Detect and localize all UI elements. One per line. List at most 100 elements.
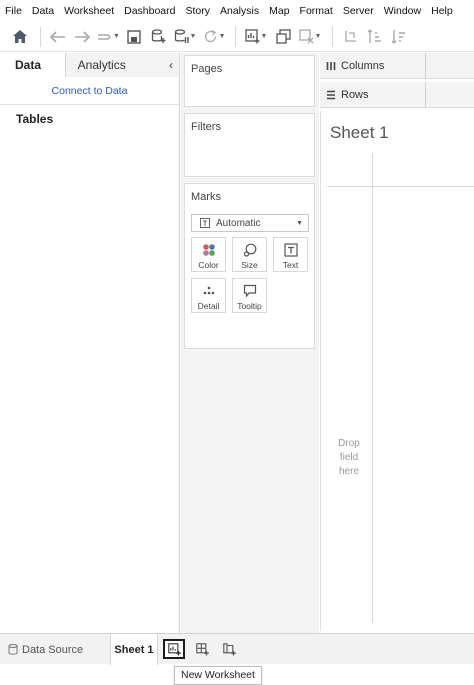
rows-shelf[interactable]: Rows bbox=[320, 81, 474, 108]
new-data-source-icon bbox=[151, 29, 165, 43]
database-icon bbox=[8, 644, 18, 655]
data-source-tab[interactable]: Data Source bbox=[0, 634, 108, 665]
worksheet-view: Columns Rows Sheet 1 Drop field here bbox=[320, 52, 474, 633]
tab-data[interactable]: Data bbox=[0, 53, 66, 77]
chevron-down-icon: ▼ bbox=[113, 33, 120, 40]
clear-sheet-button[interactable]: ▼ bbox=[296, 26, 324, 48]
new-story-icon bbox=[222, 642, 236, 655]
new-worksheet-tooltip: New Worksheet bbox=[174, 666, 262, 685]
arrow-right-icon bbox=[75, 30, 90, 43]
duplicate-icon bbox=[275, 29, 291, 44]
menu-server[interactable]: Server bbox=[338, 0, 379, 22]
arrow-left-icon bbox=[50, 30, 65, 43]
chevron-down-icon: ▼ bbox=[296, 220, 303, 227]
columns-label: Columns bbox=[341, 59, 385, 72]
mark-type-value: Automatic bbox=[216, 217, 261, 229]
column-header-divider bbox=[327, 186, 474, 187]
rows-label: Rows bbox=[341, 88, 369, 101]
drop-hint-line: Drop bbox=[338, 438, 360, 449]
home-button[interactable] bbox=[8, 26, 32, 48]
menu-worksheet[interactable]: Worksheet bbox=[59, 0, 119, 22]
menu-help[interactable]: Help bbox=[426, 0, 458, 22]
size-mark-button[interactable]: Size bbox=[232, 237, 267, 272]
replay-icon bbox=[98, 33, 112, 40]
tables-heading: Tables bbox=[16, 112, 54, 126]
duplicate-button[interactable] bbox=[272, 26, 294, 48]
menu-map[interactable]: Map bbox=[264, 0, 294, 22]
new-data-source-button[interactable] bbox=[147, 26, 169, 48]
new-dashboard-icon bbox=[195, 642, 209, 655]
marks-card-title: Marks bbox=[191, 191, 221, 203]
row-header-divider bbox=[372, 153, 373, 623]
chevron-down-icon: ▼ bbox=[314, 33, 322, 40]
toolbar: ▼ ▼ ▼ ▼ ▼ bbox=[0, 22, 474, 52]
toolbar-separator bbox=[235, 26, 236, 47]
replay-button[interactable]: ▼ bbox=[95, 26, 121, 48]
detail-icon bbox=[203, 286, 214, 295]
color-mark-button[interactable]: Color bbox=[191, 237, 226, 272]
filters-card[interactable]: Filters bbox=[184, 113, 315, 177]
automatic-mark-icon bbox=[200, 218, 210, 228]
refresh-button[interactable]: ▼ bbox=[201, 26, 227, 48]
connect-to-data-link[interactable]: Connect to Data bbox=[0, 77, 179, 105]
new-worksheet-toolbar-button[interactable]: ▼ bbox=[242, 26, 270, 48]
mark-type-dropdown[interactable]: Automatic ▼ bbox=[191, 214, 309, 232]
filters-card-title: Filters bbox=[191, 121, 221, 133]
clear-sheet-icon bbox=[298, 29, 314, 44]
chevron-down-icon: ▼ bbox=[218, 33, 226, 40]
new-worksheet-icon bbox=[244, 29, 260, 44]
pages-card[interactable]: Pages bbox=[184, 55, 315, 107]
columns-icon bbox=[326, 61, 336, 70]
sort-descending-icon bbox=[391, 30, 405, 44]
chevron-left-icon[interactable]: ‹ bbox=[169, 53, 173, 77]
text-label: Text bbox=[282, 260, 299, 270]
home-icon bbox=[13, 30, 27, 43]
sort-descending-button[interactable] bbox=[387, 26, 409, 48]
new-dashboard-button[interactable] bbox=[191, 639, 213, 659]
menu-window[interactable]: Window bbox=[379, 0, 426, 22]
tab-analytics-label: Analytics bbox=[77, 58, 126, 72]
data-pane: Data Analytics ‹ Connect to Data Tables bbox=[0, 53, 180, 633]
tooltip-label: Tooltip bbox=[237, 301, 262, 311]
size-icon bbox=[243, 243, 256, 257]
tab-analytics[interactable]: Analytics ‹ bbox=[65, 53, 179, 77]
menu-dashboard[interactable]: Dashboard bbox=[119, 0, 180, 22]
detail-mark-button[interactable]: Detail bbox=[191, 278, 226, 313]
cards-pane: Pages Filters Marks Automatic ▼ Color Si… bbox=[181, 53, 319, 633]
tooltip-mark-button[interactable]: Tooltip bbox=[232, 278, 267, 313]
sort-ascending-icon bbox=[367, 29, 381, 43]
menu-analysis[interactable]: Analysis bbox=[215, 0, 264, 22]
drop-hint-line: here bbox=[338, 466, 359, 477]
size-label: Size bbox=[241, 260, 258, 270]
pause-updates-button[interactable]: ▼ bbox=[171, 26, 199, 48]
drop-hint-line: field bbox=[339, 452, 359, 463]
new-story-button[interactable] bbox=[218, 639, 240, 659]
menu-bar: File Data Worksheet Dashboard Story Anal… bbox=[0, 0, 474, 22]
marks-card: Marks Automatic ▼ Color Size Text Detail bbox=[184, 183, 315, 349]
chevron-down-icon: ▼ bbox=[260, 33, 268, 40]
drop-field-hint[interactable]: Drop field here bbox=[334, 437, 364, 479]
chevron-down-icon: ▼ bbox=[189, 33, 197, 40]
toolbar-separator bbox=[40, 26, 41, 47]
sheet-title[interactable]: Sheet 1 bbox=[330, 123, 389, 143]
menu-file[interactable]: File bbox=[0, 0, 27, 22]
new-worksheet-button[interactable] bbox=[163, 639, 185, 659]
undo-button[interactable] bbox=[47, 26, 69, 48]
sort-ascending-button[interactable] bbox=[363, 26, 385, 48]
columns-shelf-label: Columns bbox=[320, 52, 426, 79]
menu-story[interactable]: Story bbox=[180, 0, 215, 22]
text-mark-button[interactable]: Text bbox=[273, 237, 308, 272]
redo-button[interactable] bbox=[71, 26, 93, 48]
swap-icon bbox=[344, 31, 356, 42]
sheet-tab-sheet-1[interactable]: Sheet 1 bbox=[110, 634, 158, 665]
save-icon bbox=[127, 29, 141, 44]
view-canvas[interactable]: Sheet 1 Drop field here bbox=[320, 111, 474, 631]
menu-format[interactable]: Format bbox=[295, 0, 338, 22]
swap-rows-columns-button[interactable] bbox=[339, 26, 361, 48]
menu-data[interactable]: Data bbox=[27, 0, 59, 22]
save-button[interactable] bbox=[123, 26, 145, 48]
toolbar-separator bbox=[332, 26, 333, 47]
rows-shelf-label: Rows bbox=[320, 81, 426, 108]
columns-shelf[interactable]: Columns bbox=[320, 52, 474, 79]
new-worksheet-icon bbox=[167, 642, 181, 655]
